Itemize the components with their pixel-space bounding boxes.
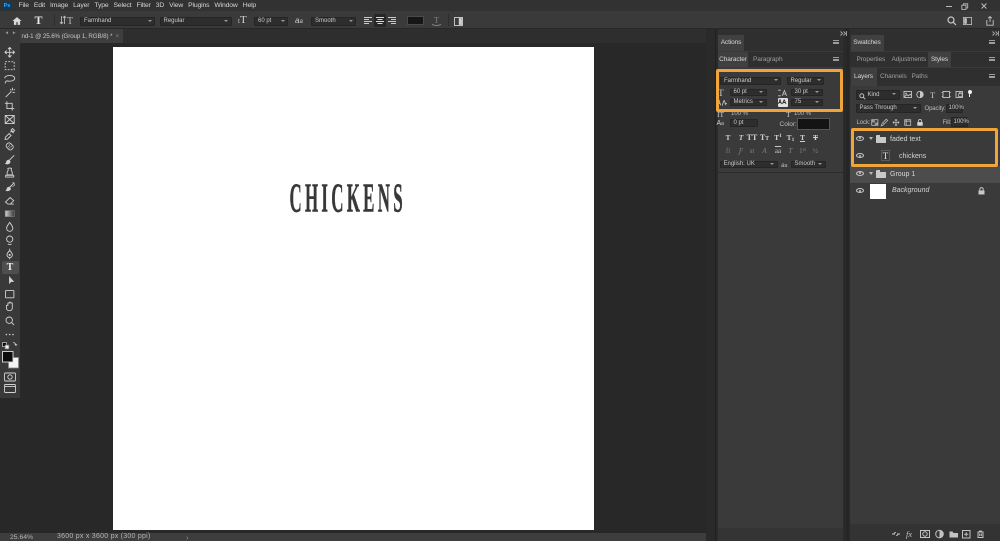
svg-text:T: T xyxy=(67,16,73,26)
svg-text:fx: fx xyxy=(906,529,912,539)
svg-text:T: T xyxy=(930,90,936,99)
svg-text:T: T xyxy=(434,15,440,25)
